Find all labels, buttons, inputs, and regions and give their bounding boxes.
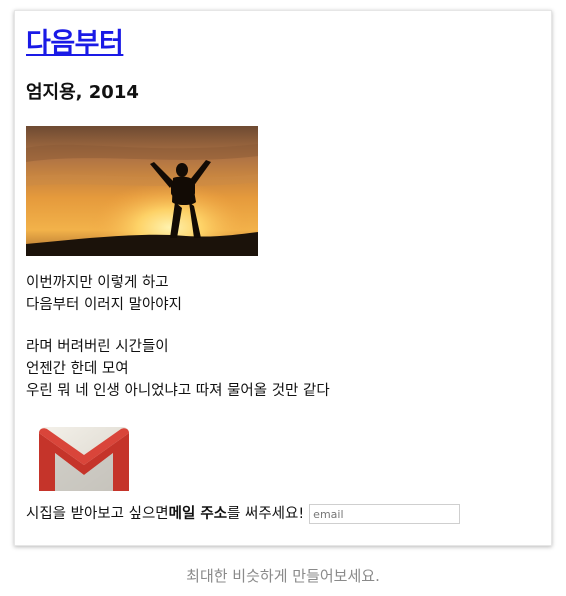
subscribe-text-end: 를 써주세요! xyxy=(227,506,305,522)
poem-line: 이번까지만 이렇게 하고 xyxy=(26,275,169,291)
poem-stanza-2: 라며 버려버린 시간들이 언젠간 한데 모여 우린 뭐 네 인생 아니었냐고 따… xyxy=(26,336,330,402)
email-field[interactable] xyxy=(309,504,461,524)
poem-line: 라며 버려버린 시간들이 xyxy=(26,339,169,355)
subscribe-text-bold: 메일 주소 xyxy=(168,506,228,522)
subscribe-row: 시집을 받아보고 싶으면 메일 주소 를 써주세요! xyxy=(26,503,461,525)
poem-line: 언젠간 한데 모여 xyxy=(26,361,129,377)
poem-line: 우린 뭐 네 인생 아니었냐고 따져 물어올 것만 같다 xyxy=(26,383,330,399)
poem-line: 다음부터 이러지 말아야지 xyxy=(26,297,182,313)
sunset-silhouette-photo xyxy=(26,126,258,256)
subscribe-text: 시집을 받아보고 싶으면 xyxy=(26,506,169,522)
poem-title-link[interactable]: 다음부터 xyxy=(26,21,124,60)
poem-stanza-1: 이번까지만 이렇게 하고 다음부터 이러지 말아야지 xyxy=(26,272,182,316)
page-caption: 최대한 비슷하게 만들어보세요. xyxy=(186,567,380,585)
poem-author-year: 엄지용, 2014 xyxy=(26,82,139,103)
poem-card: 다음부터 엄지용, 2014 이번까지만 이렇게 하고 다음부터 이러지 말아야… xyxy=(14,10,552,546)
gmail-icon xyxy=(35,423,133,495)
